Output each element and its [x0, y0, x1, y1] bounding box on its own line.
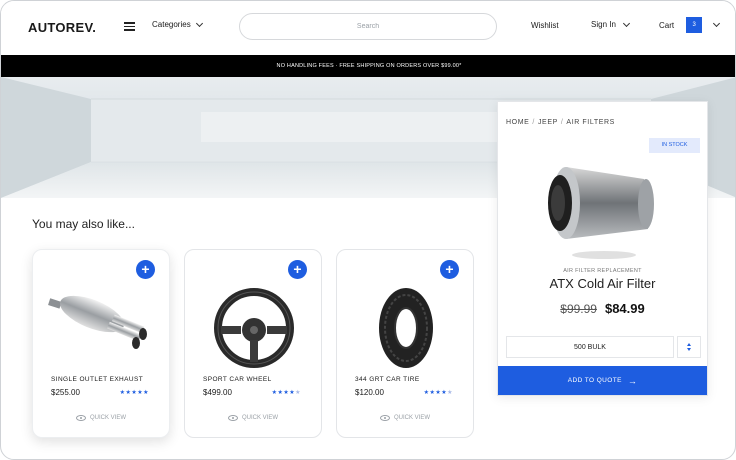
- chevron-down-icon: [195, 19, 203, 27]
- quick-view-label: QUICK VIEW: [393, 415, 430, 421]
- stock-badge: IN STOCK: [649, 138, 700, 153]
- breadcrumb: HOME / JEEP / AIR FILTERS: [506, 119, 615, 126]
- old-price: $99.99: [560, 302, 597, 316]
- add-to-quote-label: ADD TO QUOTE: [567, 377, 622, 384]
- cart-button[interactable]: Cart 3: [659, 17, 721, 33]
- quick-view-label: QUICK VIEW: [241, 415, 278, 421]
- breadcrumb-air-filters[interactable]: AIR FILTERS: [566, 119, 614, 126]
- categories-label: Categories: [152, 20, 191, 29]
- section-title: You may also like...: [32, 217, 135, 231]
- quick-view-button[interactable]: QUICK VIEW: [33, 415, 169, 421]
- product-card[interactable]: + SINGLE OUTLET EXHAUST $255.00 ★★★★★ QU…: [32, 249, 170, 438]
- rating-stars: ★★★★★: [423, 390, 453, 396]
- cart-label: Cart: [659, 20, 675, 30]
- air-filter-image: [548, 167, 654, 259]
- product-name: 344 GRT CAR TIRE: [355, 376, 420, 383]
- product-price: $255.00: [51, 388, 80, 397]
- quantity-stepper[interactable]: [677, 336, 701, 358]
- rating-stars: ★★★★★: [271, 390, 301, 396]
- product-name: SINGLE OUTLET EXHAUST: [51, 376, 144, 383]
- product-card[interactable]: + 344 GRT CAR TIRE $120.00 ★★★★★ QUICK V…: [336, 249, 474, 438]
- product-name: SPORT CAR WHEEL: [203, 376, 272, 383]
- product-subtitle: AIR FILTER REPLACEMENT: [563, 268, 642, 274]
- chevron-down-icon: [713, 19, 721, 28]
- wishlist-link[interactable]: Wishlist: [531, 21, 559, 30]
- add-icon[interactable]: +: [440, 260, 459, 279]
- steering-wheel-image: [214, 288, 294, 368]
- product-price: $499.00: [203, 388, 232, 397]
- signin-dropdown[interactable]: Sign In: [591, 19, 630, 29]
- add-icon[interactable]: +: [288, 260, 307, 279]
- product-card[interactable]: + SPORT CAR WHEEL $499.00 ★★★★★ QUICK VI…: [184, 249, 322, 438]
- eye-icon: [227, 415, 238, 421]
- quick-view-button[interactable]: QUICK VIEW: [185, 415, 321, 421]
- promo-banner: NO HANDLING FEES · FREE SHIPPING ON ORDE…: [1, 55, 735, 77]
- arrow-right-icon: →: [627, 375, 638, 386]
- menu-icon[interactable]: [124, 22, 135, 31]
- exhaust-image: [48, 295, 147, 349]
- price-row: $99.99 $84.99: [498, 301, 707, 316]
- caret-down-icon[interactable]: [687, 348, 691, 351]
- product-title: ATX Cold Air Filter: [549, 276, 656, 291]
- cart-count-badge: 3: [686, 17, 703, 33]
- breadcrumb-jeep[interactable]: JEEP: [538, 119, 558, 126]
- eye-icon: [379, 415, 390, 421]
- add-icon[interactable]: +: [136, 260, 155, 279]
- breadcrumb-home[interactable]: HOME: [506, 119, 529, 126]
- categories-dropdown[interactable]: Categories: [152, 19, 203, 29]
- sale-price: $84.99: [604, 301, 645, 316]
- quick-view-label: QUICK VIEW: [89, 415, 126, 421]
- rating-stars: ★★★★★: [119, 390, 149, 396]
- add-to-quote-button[interactable]: ADD TO QUOTE →: [498, 366, 707, 395]
- quantity-select[interactable]: 500 BULK: [506, 336, 674, 358]
- brand-logo[interactable]: AUTOREV.: [28, 20, 96, 35]
- quick-view-button[interactable]: QUICK VIEW: [337, 415, 473, 421]
- caret-up-icon[interactable]: [687, 343, 691, 346]
- eye-icon: [75, 415, 86, 421]
- product-detail-panel: HOME / JEEP / AIR FILTERS IN STOCK AIR FILTE…: [497, 101, 708, 396]
- tire-image: [379, 288, 433, 368]
- app-frame: AUTOREV. Categories Wishlist Sign In Car…: [0, 0, 736, 460]
- chevron-down-icon: [622, 19, 630, 27]
- signin-label: Sign In: [591, 20, 616, 29]
- top-header: AUTOREV. Categories Wishlist Sign In Car…: [1, 1, 735, 55]
- product-price: $120.00: [355, 388, 384, 397]
- search-input[interactable]: [239, 13, 497, 40]
